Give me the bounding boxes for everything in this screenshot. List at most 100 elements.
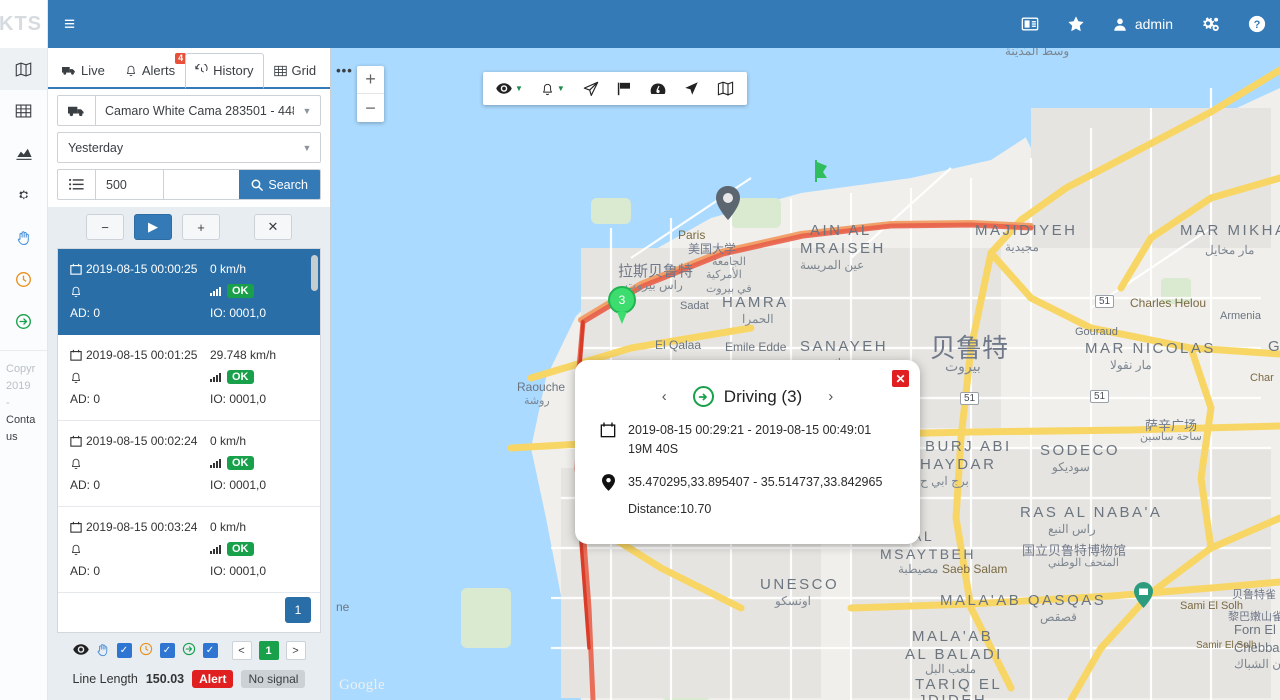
zoom-control: + − bbox=[357, 66, 384, 122]
speed-down-button[interactable]: − bbox=[86, 214, 124, 240]
footer-year: 2019 bbox=[6, 380, 31, 392]
flag-icon bbox=[617, 82, 630, 96]
bell-icon bbox=[543, 83, 552, 95]
map-layers-button[interactable] bbox=[710, 75, 741, 102]
chevron-down-icon: ▼ bbox=[515, 84, 523, 93]
driving-checkbox[interactable]: ✓ bbox=[202, 643, 218, 658]
search-button[interactable]: Search bbox=[239, 170, 320, 199]
map-geofence-button[interactable] bbox=[610, 75, 639, 102]
truck-icon bbox=[62, 67, 75, 75]
pager-current[interactable]: 1 bbox=[258, 641, 279, 660]
popup-next-button[interactable]: › bbox=[818, 388, 843, 405]
vehicle-select[interactable]: Camaro White Cama 283501 - 4483034 ▼ bbox=[57, 95, 321, 126]
history-item-ad: AD: 0 bbox=[70, 392, 101, 406]
calendar-icon bbox=[70, 349, 82, 361]
zoom-out-button[interactable]: − bbox=[357, 94, 384, 122]
rail-item-grid[interactable] bbox=[0, 90, 47, 132]
map-canvas[interactable]: 贝鲁特美国大学الجامعةالأمركيةفي بيروت贝鲁特中央区وسط … bbox=[331, 48, 1280, 700]
gear-icon bbox=[18, 190, 28, 200]
footer-summary: Line Length 150.03 Alert No signal bbox=[48, 670, 330, 688]
map-pin-icon bbox=[599, 473, 617, 492]
rail-item-driving[interactable] bbox=[0, 300, 47, 342]
speed-up-button[interactable]: + bbox=[182, 214, 220, 240]
history-list-item[interactable]: 2019-08-15 00:02:24 0 km/h OK AD: 0 IO: 0001… bbox=[58, 421, 320, 507]
panel-footer: ✓ ✓ ✓ < 1 > Line Length 150.03 Alert No … bbox=[48, 633, 330, 700]
vehicle-marker-label: 3 bbox=[618, 293, 626, 307]
bell-icon bbox=[71, 286, 81, 297]
history-item-status: OK bbox=[227, 542, 254, 556]
footer-contact-line1[interactable]: Conta bbox=[6, 412, 41, 429]
rail-item-map[interactable] bbox=[0, 48, 47, 90]
stop-button[interactable]: ✕ bbox=[254, 214, 292, 240]
popup-prev-button[interactable]: ‹ bbox=[652, 388, 677, 405]
hand-icon[interactable] bbox=[96, 642, 110, 660]
popup-duration: 19M 40S bbox=[628, 442, 679, 456]
map-visibility-button[interactable]: ▼ bbox=[489, 75, 530, 102]
tab-live[interactable]: Live bbox=[52, 53, 115, 87]
footer-contact-line2[interactable]: us bbox=[6, 429, 41, 446]
navigation-arrow-icon bbox=[685, 82, 698, 95]
tab-grid[interactable]: Grid bbox=[264, 53, 327, 87]
limit-input[interactable]: 500 bbox=[96, 170, 164, 199]
history-item-io: IO: 0001,0 bbox=[210, 478, 267, 492]
zoom-in-button[interactable]: + bbox=[357, 66, 384, 94]
line-length-value: 150.03 bbox=[145, 672, 185, 686]
history-item-speed: 29.748 km/h bbox=[210, 348, 277, 362]
poi-marker-museum[interactable] bbox=[1134, 582, 1153, 611]
help-icon[interactable]: ? bbox=[1234, 0, 1280, 48]
stops-checkbox[interactable]: ✓ bbox=[116, 643, 132, 658]
rail-item-stops[interactable] bbox=[0, 216, 47, 258]
user-icon bbox=[1114, 18, 1126, 31]
arrow-circle-icon[interactable] bbox=[182, 642, 196, 659]
bell-icon bbox=[71, 544, 81, 555]
eye-icon[interactable] bbox=[72, 643, 89, 658]
map-dashboard-button[interactable] bbox=[643, 75, 673, 102]
star-icon[interactable] bbox=[1053, 0, 1099, 48]
history-list-item[interactable]: 2019-08-15 00:00:25 0 km/h OK AD: 0 IO: 0001… bbox=[58, 249, 320, 335]
period-select[interactable]: Yesterday ▼ bbox=[57, 132, 321, 163]
signal-strength-icon bbox=[210, 286, 221, 296]
popup-location-row: 35.470295,33.895407 - 35.514737,33.84296… bbox=[575, 459, 920, 492]
truck-icon bbox=[58, 96, 96, 125]
map-send-button[interactable] bbox=[576, 75, 606, 102]
vehicle-marker[interactable]: 3 bbox=[608, 286, 636, 324]
popup-title: Driving (3) bbox=[723, 386, 803, 406]
map-alerts-button[interactable]: ▼ bbox=[534, 75, 572, 102]
tab-history[interactable]: History bbox=[185, 53, 264, 89]
rail-item-reports[interactable] bbox=[0, 132, 47, 174]
app-logo[interactable]: KTS bbox=[0, 0, 48, 48]
rail-item-settings[interactable] bbox=[0, 174, 47, 216]
footer-dash: - bbox=[6, 397, 10, 409]
clock-icon[interactable] bbox=[139, 642, 153, 659]
history-list-item[interactable]: 2019-08-15 00:01:25 29.748 km/h OK AD: 0 IO:… bbox=[58, 335, 320, 421]
logo-text: KTS bbox=[0, 12, 42, 35]
history-item-datetime: 2019-08-15 00:01:25 bbox=[86, 348, 198, 362]
hand-icon bbox=[17, 230, 29, 245]
rail-footer: Copyr 2019 - Conta us bbox=[0, 350, 47, 446]
left-panel: Live Alerts 4 History Grid ••• Camaro Wh… bbox=[48, 48, 352, 700]
popup-coords: 35.470295,33.895407 - 35.514737,33.84296… bbox=[628, 475, 883, 489]
history-item-status: OK bbox=[227, 370, 254, 384]
bell-icon bbox=[71, 372, 81, 383]
calendar-icon bbox=[599, 421, 617, 459]
map-navigation-button[interactable] bbox=[677, 75, 706, 102]
hamburger-icon[interactable]: ≡ bbox=[48, 15, 89, 34]
history-list-item[interactable]: 2019-08-15 00:03:24 0 km/h OK AD: 0 IO: 0001… bbox=[58, 507, 320, 593]
list-scrollbar-thumb[interactable] bbox=[311, 255, 318, 291]
user-menu[interactable]: admin bbox=[1099, 0, 1187, 48]
footer-filters: ✓ ✓ ✓ < 1 > bbox=[48, 641, 330, 660]
rail-item-idle[interactable] bbox=[0, 258, 47, 300]
clock-icon bbox=[16, 271, 31, 287]
history-list[interactable]: 2019-08-15 00:00:25 0 km/h OK AD: 0 IO: 0001… bbox=[58, 249, 320, 632]
pager-prev[interactable]: < bbox=[231, 641, 252, 660]
play-button[interactable]: ▶ bbox=[134, 214, 172, 240]
list-page-button[interactable]: 1 bbox=[285, 597, 311, 623]
popup-close-button[interactable]: ✕ bbox=[892, 370, 909, 387]
pager-next[interactable]: > bbox=[285, 641, 306, 660]
id-card-icon[interactable] bbox=[1007, 0, 1053, 48]
cogs-icon[interactable] bbox=[1187, 0, 1234, 48]
idle-checkbox[interactable]: ✓ bbox=[159, 643, 175, 658]
tab-alerts[interactable]: Alerts 4 bbox=[115, 53, 187, 87]
list-icon[interactable] bbox=[58, 170, 96, 199]
history-item-io: IO: 0001,0 bbox=[210, 306, 267, 320]
